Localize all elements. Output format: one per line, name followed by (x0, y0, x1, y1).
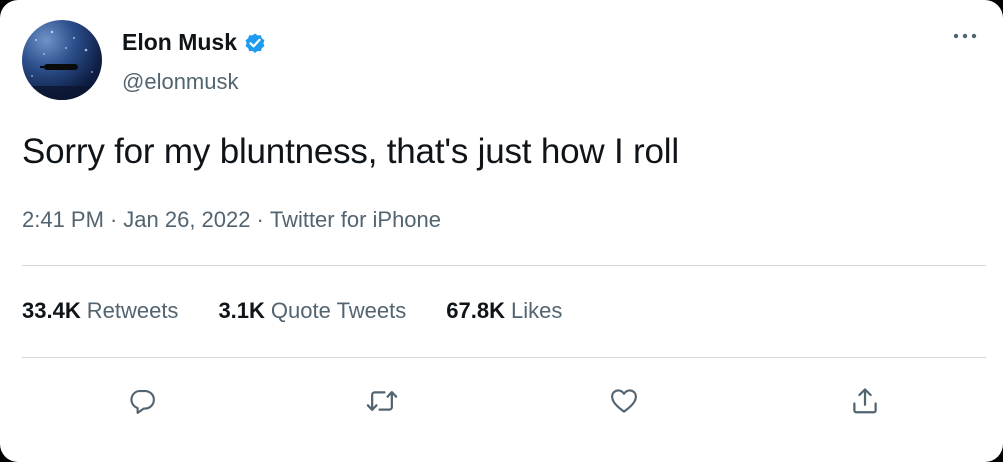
stat-count: 3.1K (218, 298, 265, 323)
engagement-stats: 33.4K Retweets 3.1K Quote Tweets 67.8K Like… (22, 298, 602, 324)
stat-count: 67.8K (446, 298, 505, 323)
verified-badge-icon (243, 31, 267, 55)
tweet-card: Elon Musk @elonmusk Sorry for my bluntne… (0, 0, 1003, 462)
divider (22, 357, 986, 358)
heart-icon (611, 389, 637, 413)
retweet-button[interactable] (362, 381, 402, 421)
more-options-icon[interactable] (948, 26, 982, 46)
avatar-image (22, 30, 102, 100)
tweet-text: Sorry for my bluntness, that's just how … (22, 132, 679, 171)
tweet-time[interactable]: 2:41 PM (22, 207, 104, 232)
tweet-meta: 2:41 PM · Jan 26, 2022 · Twitter for iPhone (22, 207, 441, 233)
meta-separator: · (109, 207, 118, 232)
stat-quote-tweets[interactable]: 3.1K Quote Tweets (218, 298, 406, 324)
like-button[interactable] (604, 381, 644, 421)
stat-label: Quote Tweets (270, 298, 407, 323)
reply-button[interactable] (122, 381, 162, 421)
stat-count: 33.4K (22, 298, 81, 323)
stat-retweets[interactable]: 33.4K Retweets (22, 298, 178, 324)
retweet-icon (366, 391, 398, 411)
tweet-date[interactable]: Jan 26, 2022 (123, 207, 250, 232)
share-button[interactable] (845, 381, 885, 421)
reply-icon (130, 389, 155, 414)
divider (22, 265, 986, 266)
share-icon (853, 388, 877, 414)
tweet-source[interactable]: Twitter for iPhone (270, 207, 441, 232)
stat-likes[interactable]: 67.8K Likes (446, 298, 562, 324)
author-handle[interactable]: @elonmusk (122, 69, 239, 95)
author-name[interactable]: Elon Musk (122, 29, 237, 56)
avatar[interactable] (22, 20, 102, 100)
stat-label: Likes (510, 298, 563, 323)
meta-separator: · (256, 207, 264, 232)
author-row: Elon Musk (122, 29, 267, 56)
stat-label: Retweets (86, 298, 179, 323)
